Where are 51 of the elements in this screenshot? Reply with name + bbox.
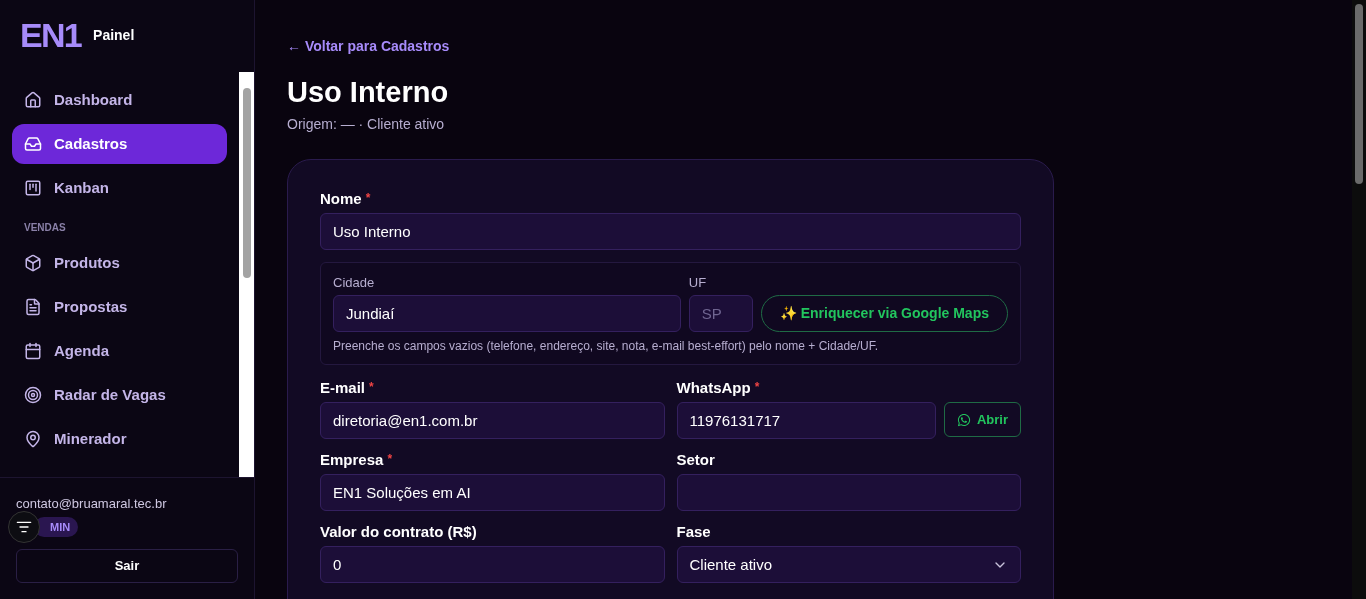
field-label: Setor	[676, 451, 715, 470]
nav-item[interactable]: Produtos	[12, 243, 227, 283]
nav-item[interactable]: Agenda	[12, 331, 227, 371]
field-label: WhatsApp	[676, 379, 751, 398]
nav-icon	[24, 254, 42, 272]
logout-button[interactable]: Sair	[16, 549, 238, 583]
required-mark: *	[369, 379, 374, 397]
field-label: Cidade	[333, 275, 376, 292]
nav-icon	[24, 386, 42, 404]
field-label: Empresa	[320, 451, 384, 470]
filter-icon	[16, 519, 32, 535]
nav-item[interactable]: Kanban	[12, 168, 227, 208]
nav-item[interactable]: Minerador	[12, 419, 227, 459]
page-subtitle: Origem: — · Cliente ativo	[287, 115, 446, 135]
nav-item[interactable]: Radar de Vagas	[12, 375, 227, 415]
city-field[interactable]: Jundiaí	[333, 295, 681, 333]
nav-item[interactable]: Cadastros	[12, 124, 227, 164]
open-whatsapp-button[interactable]: Abrir	[943, 402, 1021, 438]
whatsapp-icon	[956, 412, 971, 427]
section-heading: VENDAS	[23, 221, 67, 235]
text-field[interactable]: EN1 Soluções em AI	[320, 474, 665, 512]
required-mark: *	[387, 451, 393, 469]
nav-item[interactable]: Dashboard	[12, 80, 227, 120]
back-link[interactable]: ← Voltar para Cadastros	[287, 38, 450, 54]
field-label: Fase	[676, 523, 711, 542]
text-field[interactable]	[676, 474, 1021, 512]
state-field[interactable]: SP	[688, 295, 753, 333]
user-email: contato@bruamaral.tec.br	[16, 494, 168, 513]
hint-text: Preenche os campos vazios (telefone, endereço, site, nota, e-mail best-effort) pelo nome + Cidade/UF.	[333, 338, 880, 355]
nav-icon	[24, 179, 42, 197]
page-title: Uso Interno	[287, 75, 450, 110]
required-mark: *	[365, 190, 371, 208]
required-mark: *	[754, 379, 760, 397]
field-label: E-mail	[320, 379, 365, 398]
field-label: Valor do contrato (R$)	[320, 523, 477, 542]
nav-item[interactable]: Propostas	[12, 287, 227, 327]
app-label: Painel	[93, 25, 135, 45]
filter-button[interactable]	[8, 511, 40, 543]
text-field[interactable]: diretoria@en1.com.br	[320, 402, 665, 440]
field-label: UF	[688, 275, 708, 292]
nav-icon	[24, 430, 42, 448]
nav-icon	[24, 135, 42, 153]
logo: EN1	[20, 18, 82, 52]
field-label: Nome	[320, 190, 362, 209]
nav-icon	[24, 342, 42, 360]
phase-select[interactable]: Cliente ativo	[676, 546, 1021, 584]
nav-icon	[24, 298, 42, 316]
text-field[interactable]: 0	[320, 546, 665, 584]
nav-icon	[24, 91, 42, 109]
whatsapp-field[interactable]: 11976131717	[676, 402, 936, 440]
name-field[interactable]: Uso Interno	[320, 213, 1021, 251]
